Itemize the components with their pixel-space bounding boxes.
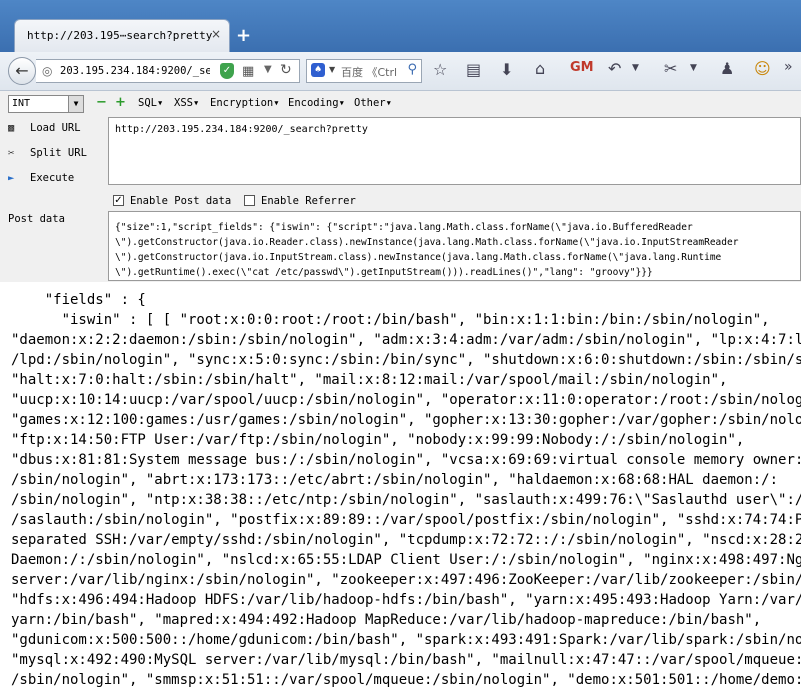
- search-icon[interactable]: ⚲: [407, 62, 417, 77]
- menu-sql[interactable]: SQL▾: [138, 97, 163, 109]
- post-data-label: Post data: [8, 213, 65, 225]
- url-textarea-value: http://203.195.234.184:9200/_search?pret…: [115, 124, 368, 135]
- download-icon[interactable]: ⬇: [500, 60, 513, 79]
- json-output-line: /sbin/nologin", "abrt:x:173:173::/etc/ab…: [11, 472, 779, 488]
- json-output-line: Daemon:/:/sbin/nologin", "nslcd:x:65:55:…: [11, 552, 801, 568]
- json-output-line: "hdfs:x:496:494:Hadoop HDFS:/var/lib/had…: [11, 592, 801, 608]
- menu-xss[interactable]: XSS▾: [174, 97, 199, 109]
- plus-icon[interactable]: +: [115, 95, 126, 110]
- new-tab-button[interactable]: +: [236, 25, 251, 46]
- enable-referrer-label: Enable Referrer: [261, 195, 356, 207]
- search-engine-name: 百度: [341, 66, 363, 79]
- crop-icon[interactable]: ✂: [664, 59, 677, 78]
- address-text[interactable]: 203.195.234.184:9200/_sear: [60, 65, 210, 77]
- reading-list-icon[interactable]: ▤: [466, 60, 481, 79]
- json-output-line: "halt:x:7:0:halt:/sbin:/sbin/halt", "mai…: [11, 372, 728, 388]
- face-icon[interactable]: ☺: [754, 59, 771, 78]
- select-arrow-icon[interactable]: ▼: [68, 96, 83, 112]
- json-output-line: "dbus:x:81:81:System message bus:/:/sbin…: [11, 452, 801, 468]
- enable-post-checkbox[interactable]: ✓: [113, 195, 124, 206]
- url-textarea[interactable]: http://203.195.234.184:9200/_search?pret…: [108, 117, 801, 185]
- menu-other[interactable]: Other▾: [354, 97, 392, 109]
- int-select-value: INT: [12, 98, 31, 109]
- json-output-line: server:/var/lib/nginx:/sbin/nologin", "z…: [11, 572, 801, 588]
- gm-icon[interactable]: GM: [570, 60, 594, 75]
- user-icon[interactable]: ♟: [720, 59, 734, 78]
- split-url-button[interactable]: ✂ Split URL: [8, 147, 87, 159]
- scissors-icon: ✂: [8, 147, 15, 159]
- reload-icon[interactable]: ↻: [280, 62, 292, 78]
- int-select[interactable]: INT ▼: [8, 95, 84, 113]
- menu-encoding[interactable]: Encoding▾: [288, 97, 345, 109]
- json-output-line: /saslauth:/sbin/nologin", "postfix:x:89:…: [11, 512, 801, 528]
- qr-code-icon[interactable]: ▦: [242, 64, 254, 79]
- json-output-line: /lpd:/sbin/nologin", "sync:x:5:0:sync:/s…: [11, 352, 801, 368]
- json-output-line: "ftp:x:14:50:FTP User:/var/ftp:/sbin/nol…: [11, 432, 745, 448]
- json-output-line: /sbin/nologin", "ntp:x:38:38::/etc/ntp:/…: [11, 492, 801, 508]
- dropdown-arrow-icon[interactable]: ▼: [264, 64, 272, 75]
- search-engine-dropdown-icon[interactable]: ▼: [329, 65, 335, 74]
- json-output-line: "games:x:12:100:games:/usr/games:/sbin/n…: [11, 412, 801, 428]
- address-bar[interactable]: ◎ 203.195.234.184:9200/_sear ✓ ▦ ▼ ↻: [36, 59, 300, 83]
- tab-active[interactable]: http://203.195⋯search?pretty ×: [14, 19, 230, 52]
- json-output-line: separated SSH:/var/empty/sshd:/sbin/nolo…: [11, 532, 801, 548]
- menu-encryption[interactable]: Encryption▾: [210, 97, 280, 109]
- search-input[interactable]: 百度 《Ctrl: [341, 64, 397, 80]
- tab-close-icon[interactable]: ×: [211, 27, 221, 41]
- execute-icon: ►: [8, 172, 15, 184]
- execute-button[interactable]: ► Execute: [8, 172, 74, 184]
- tab-bar: http://203.195⋯search?pretty × +: [0, 0, 801, 52]
- search-box[interactable]: ♠ ▼ 百度 《Ctrl ⚲: [306, 59, 422, 83]
- globe-icon: ◎: [42, 64, 53, 78]
- shield-icon[interactable]: ✓: [220, 63, 234, 79]
- tab-title: http://203.195⋯search?pretty: [27, 29, 213, 42]
- minus-icon[interactable]: −: [96, 95, 107, 110]
- load-url-label: Load URL: [30, 122, 81, 134]
- json-output-line: "gdunicom:x:500:500::/home/gdunicom:/bin…: [11, 632, 801, 648]
- execute-label: Execute: [30, 172, 75, 184]
- post-data-textarea[interactable]: {"size":1,"script_fields": {"iswin": {"s…: [108, 211, 801, 281]
- enable-referrer-checkbox[interactable]: [244, 195, 255, 206]
- undo-icon[interactable]: ↶: [608, 59, 621, 78]
- json-output-line: "daemon:x:2:2:daemon:/sbin:/sbin/nologin…: [11, 332, 801, 348]
- json-output-line: "mysql:x:492:490:MySQL server:/var/lib/m…: [11, 652, 801, 668]
- navigation-toolbar: ← ◎ 203.195.234.184:9200/_sear ✓ ▦ ▼ ↻ ♠…: [0, 52, 801, 91]
- json-output-line: "uucp:x:10:14:uucp:/var/spool/uucp:/sbin…: [11, 392, 801, 408]
- undo-dropdown-icon[interactable]: ▼: [632, 63, 639, 73]
- overflow-icon[interactable]: »: [784, 59, 793, 75]
- page-content: "fields" : { "iswin" : [ [ "root:x:0:0:r…: [0, 284, 801, 692]
- load-url-icon: ▩: [8, 122, 15, 134]
- back-icon[interactable]: ←: [8, 57, 36, 85]
- split-url-label: Split URL: [30, 147, 87, 159]
- home-icon[interactable]: ⌂: [535, 59, 545, 78]
- json-output-line: yarn:/bin/bash", "mapred:x:494:492:Hadoo…: [11, 612, 762, 628]
- baidu-paw-icon[interactable]: ♠: [311, 63, 325, 77]
- json-output-line: "iswin" : [ [ "root:x:0:0:root:/root:/bi…: [11, 312, 770, 328]
- enable-post-label: Enable Post data: [130, 195, 232, 207]
- hackbar-panel: INT ▼ − + SQL▾ XSS▾ Encryption▾ Encoding…: [0, 91, 801, 282]
- star-icon[interactable]: ☆: [433, 60, 447, 79]
- json-output-line: "fields" : {: [11, 292, 146, 308]
- crop-dropdown-icon[interactable]: ▼: [690, 63, 697, 73]
- json-output-line: /sbin/nologin", "smmsp:x:51:51::/var/spo…: [11, 672, 801, 688]
- post-data-value: {"size":1,"script_fields": {"iswin": {"s…: [115, 222, 739, 278]
- load-url-button[interactable]: ▩ Load URL: [8, 122, 81, 134]
- search-placeholder: 《Ctrl: [366, 66, 398, 79]
